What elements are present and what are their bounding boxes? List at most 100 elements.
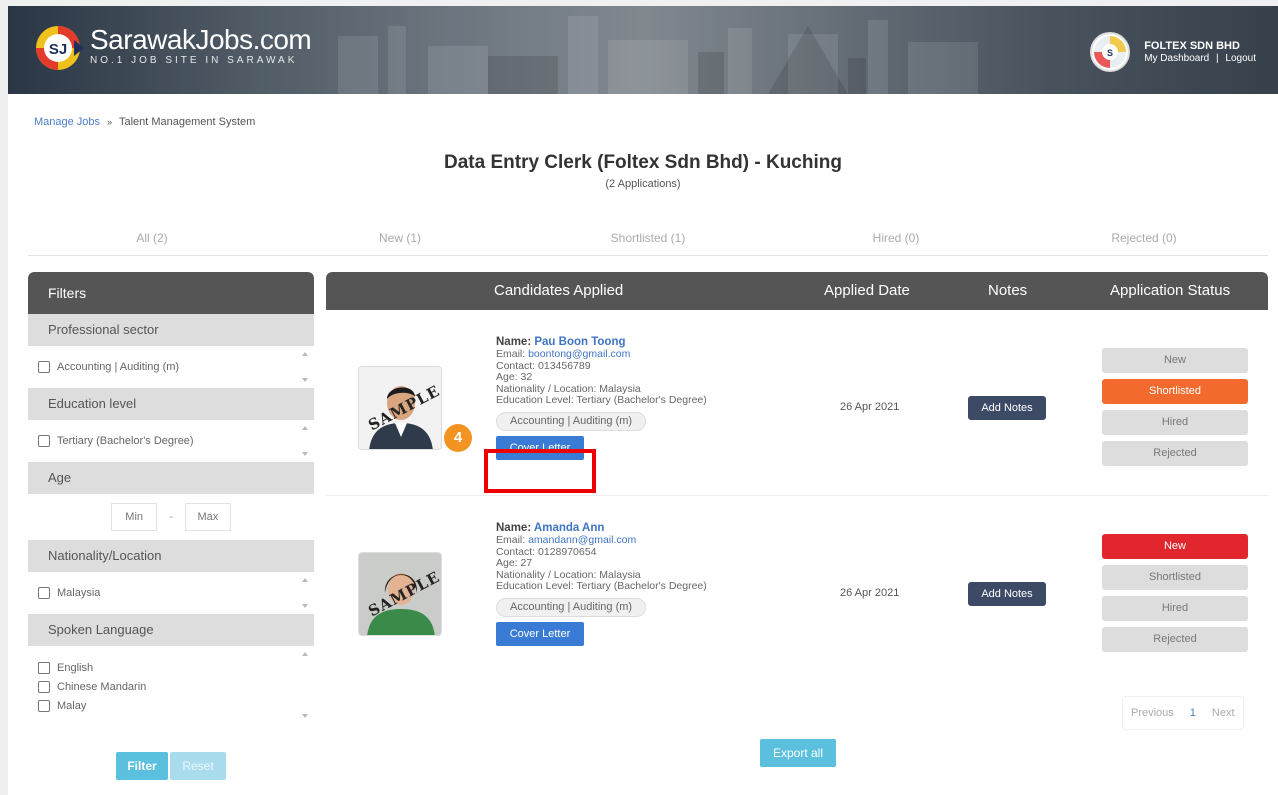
filter-section-education-level: Education level <box>28 388 314 420</box>
list-scrollbar[interactable] <box>302 652 310 718</box>
list-scrollbar[interactable] <box>302 578 310 608</box>
company-name: FOLTEX SDN BHD <box>1144 39 1240 52</box>
age-range: - <box>28 494 314 540</box>
filter-option-label: Accounting | Auditing (m) <box>57 361 180 373</box>
filter-actions: Filter Reset <box>28 752 314 780</box>
candidate-email-line: Email: boontong@gmail.com <box>496 348 707 361</box>
filter-option-accounting[interactable]: Accounting | Auditing (m) <box>38 357 304 377</box>
filter-option-malaysia[interactable]: Malaysia <box>38 583 304 603</box>
filter-section-age: Age <box>28 462 314 494</box>
name-label: Name: <box>496 522 534 534</box>
applied-date: 26 Apr 2021 <box>840 401 900 413</box>
candidate-photo[interactable]: SAMPLE <box>358 552 442 636</box>
dashboard-link[interactable]: My Dashboard <box>1144 53 1209 64</box>
candidate-info: Name: Pau Boon Toong Email: boontong@gma… <box>496 336 707 460</box>
cover-letter-button[interactable]: Cover Letter <box>496 622 584 646</box>
header-applied-date: Applied Date <box>824 282 910 299</box>
age-max-input[interactable] <box>184 503 231 531</box>
candidate-info: Name: Amanda Ann Email: amandann@gmail.c… <box>496 522 707 646</box>
filter-section-spoken-language: Spoken Language <box>28 614 314 646</box>
user-links: My Dashboard | Logout <box>1144 53 1256 65</box>
status-new[interactable]: New <box>1102 534 1248 559</box>
pagination-next[interactable]: Next <box>1204 707 1243 719</box>
status-rejected[interactable]: Rejected <box>1102 627 1248 652</box>
checkbox[interactable] <box>38 435 50 447</box>
status-shortlisted[interactable]: Shortlisted <box>1102 565 1248 590</box>
filter-option-label: Malay <box>57 699 87 712</box>
step-badge: 4 <box>444 424 472 452</box>
page-title: Data Entry Clerk (Foltex Sdn Bhd) - Kuch… <box>444 152 842 173</box>
candidate-photo[interactable]: SAMPLE <box>358 366 442 450</box>
status-tabs: All (2) New (1) Shortlisted (1) Hired (0… <box>28 228 1268 256</box>
filter-option-english[interactable]: English <box>38 658 304 677</box>
status-hired[interactable]: Hired <box>1102 410 1248 435</box>
status-shortlisted[interactable]: Shortlisted <box>1102 379 1248 404</box>
filter-option-malay[interactable]: Malay <box>38 696 304 715</box>
table-row: SAMPLE Name: Pau Boon Toong Email: boont… <box>326 310 1268 496</box>
nationality-list[interactable]: Malaysia <box>28 572 314 614</box>
candidate-email[interactable]: boontong@gmail.com <box>528 348 630 360</box>
name-label: Name: <box>496 336 535 348</box>
export-all-button[interactable]: Export all <box>760 739 836 767</box>
breadcrumb-manage-jobs[interactable]: Manage Jobs <box>34 116 100 128</box>
checkbox[interactable] <box>38 699 50 712</box>
checkbox[interactable] <box>38 587 50 599</box>
filter-option-label: Tertiary (Bachelor's Degree) <box>57 435 194 447</box>
breadcrumb-separator: » <box>107 117 113 127</box>
breadcrumb: Manage Jobs » Talent Management System <box>34 116 255 128</box>
candidate-education: Education Level: Tertiary (Bachelor's De… <box>496 394 707 406</box>
status-options: New Shortlisted Hired Rejected <box>1102 348 1248 472</box>
pagination-page-current[interactable]: 1 <box>1182 707 1204 719</box>
email-label: Email: <box>496 348 529 360</box>
add-notes-button[interactable]: Add Notes <box>968 582 1046 606</box>
filter-option-tertiary[interactable]: Tertiary (Bachelor's Degree) <box>38 431 304 451</box>
site-logo[interactable]: SJ SarawakJobs.com NO.1 JOB SITE IN SARA… <box>32 20 312 72</box>
filter-section-professional-sector: Professional sector <box>28 314 314 346</box>
table-header: Candidates Applied Applied Date Notes Ap… <box>326 272 1268 310</box>
spoken-language-list[interactable]: English Chinese Mandarin Malay <box>28 646 314 724</box>
checkbox[interactable] <box>38 680 50 693</box>
user-menu: S FOLTEX SDN BHD My Dashboard | Logout <box>1090 32 1256 72</box>
filter-button[interactable]: Filter <box>116 752 168 780</box>
tab-new[interactable]: New (1) <box>276 228 524 255</box>
list-scrollbar[interactable] <box>302 426 310 456</box>
checkbox[interactable] <box>38 361 50 373</box>
pagination: Previous 1 Next <box>1122 696 1244 730</box>
tab-shortlisted[interactable]: Shortlisted (1) <box>524 228 772 255</box>
checkbox[interactable] <box>38 661 50 674</box>
link-divider: | <box>1216 52 1219 64</box>
status-options: New Shortlisted Hired Rejected <box>1102 534 1248 658</box>
candidates-table: Candidates Applied Applied Date Notes Ap… <box>326 272 1268 682</box>
header-notes: Notes <box>988 282 1028 299</box>
candidate-name[interactable]: Amanda Ann <box>534 522 605 534</box>
add-notes-button[interactable]: Add Notes <box>968 396 1046 420</box>
highlight-box <box>484 449 596 493</box>
filters-panel: Filters Professional sector Accounting |… <box>28 272 314 786</box>
education-level-list[interactable]: Tertiary (Bachelor's Degree) <box>28 420 314 462</box>
professional-sector-list[interactable]: Accounting | Auditing (m) <box>28 346 314 388</box>
candidate-education: Education Level: Tertiary (Bachelor's De… <box>496 580 707 592</box>
svg-text:SJ: SJ <box>49 41 67 58</box>
candidate-name[interactable]: Pau Boon Toong <box>534 336 625 348</box>
filter-option-chinese-mandarin[interactable]: Chinese Mandarin <box>38 677 304 696</box>
logo-tagline: NO.1 JOB SITE IN SARAWAK <box>90 55 298 66</box>
logout-link[interactable]: Logout <box>1225 53 1256 64</box>
company-avatar[interactable]: S <box>1090 32 1131 72</box>
pagination-previous[interactable]: Previous <box>1123 707 1182 719</box>
tab-rejected[interactable]: Rejected (0) <box>1020 228 1268 255</box>
sector-tag: Accounting | Auditing (m) <box>496 411 647 431</box>
reset-button[interactable]: Reset <box>170 752 226 780</box>
candidate-email[interactable]: amandann@gmail.com <box>528 534 636 546</box>
status-hired[interactable]: Hired <box>1102 596 1248 621</box>
age-min-input[interactable] <box>111 503 158 531</box>
status-rejected[interactable]: Rejected <box>1102 441 1248 466</box>
tab-hired[interactable]: Hired (0) <box>772 228 1020 255</box>
filter-option-label: Malaysia <box>57 587 101 599</box>
svg-text:S: S <box>1107 48 1113 58</box>
candidate-email-line: Email: amandann@gmail.com <box>496 534 707 547</box>
list-scrollbar[interactable] <box>302 352 310 382</box>
status-new[interactable]: New <box>1102 348 1248 373</box>
applied-date: 26 Apr 2021 <box>840 587 900 599</box>
filters-title: Filters <box>28 272 314 314</box>
tab-all[interactable]: All (2) <box>28 228 276 255</box>
